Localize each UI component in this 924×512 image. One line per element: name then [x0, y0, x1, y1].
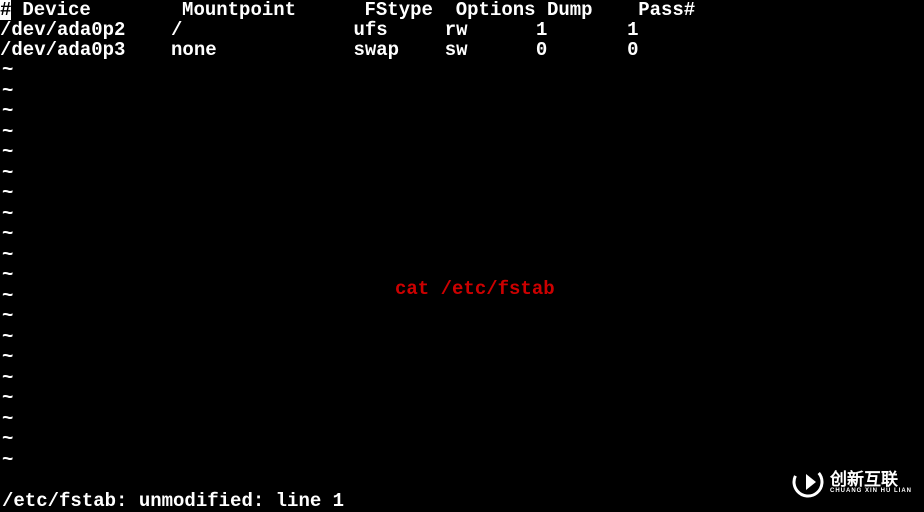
fstab-row: /dev/ada0p2 / ufs rw 1 1 — [0, 20, 924, 40]
logo-sub-text: CHUANG XIN HU LIAN — [830, 488, 912, 494]
vi-tilde: ~ — [0, 122, 924, 143]
logo-icon — [792, 466, 824, 498]
cell-device: /dev/ada0p3 — [0, 40, 171, 60]
cell-dump: 1 — [536, 20, 627, 40]
cell-mountpoint: / — [171, 20, 353, 40]
fstab-header-row: # Device Mountpoint FStype Options Dump … — [0, 0, 924, 20]
vi-tilde: ~ — [0, 306, 924, 327]
vi-tilde: ~ — [0, 327, 924, 348]
vi-tilde: ~ — [0, 388, 924, 409]
cell-pass: 1 — [627, 20, 638, 40]
col-pass: Pass# — [638, 0, 695, 20]
cell-fstype: swap — [353, 40, 444, 60]
col-dump: Dump — [547, 0, 638, 20]
cell-mountpoint: none — [171, 40, 353, 60]
vi-tilde: ~ — [0, 368, 924, 389]
vi-tilde: ~ — [0, 81, 924, 102]
terminal-window: # Device Mountpoint FStype Options Dump … — [0, 0, 924, 510]
cell-options: sw — [445, 40, 536, 60]
fstab-row: /dev/ada0p3 none swap sw 0 0 — [0, 40, 924, 60]
annotation-overlay: cat /etc/fstab — [395, 278, 555, 300]
vi-tilde: ~ — [0, 409, 924, 430]
col-fstype: FStype — [365, 0, 456, 20]
vi-tilde: ~ — [0, 450, 924, 471]
cell-fstype: ufs — [353, 20, 444, 40]
cell-pass: 0 — [627, 40, 638, 60]
vi-tilde: ~ — [0, 183, 924, 204]
vi-tilde: ~ — [0, 347, 924, 368]
vi-tilde: ~ — [0, 163, 924, 184]
col-mountpoint: Mountpoint — [182, 0, 364, 20]
vi-tilde: ~ — [0, 204, 924, 225]
logo-main-text: 创新互联 — [830, 471, 912, 488]
vi-tilde: ~ — [0, 101, 924, 122]
logo-text-block: 创新互联 CHUANG XIN HU LIAN — [830, 471, 912, 494]
vi-tilde: ~ — [0, 142, 924, 163]
cursor-hash: # — [0, 0, 11, 20]
vi-tilde: ~ — [0, 429, 924, 450]
cell-dump: 0 — [536, 40, 627, 60]
cell-device: /dev/ada0p2 — [0, 20, 171, 40]
vi-tilde: ~ — [0, 224, 924, 245]
vi-tilde: ~ — [0, 245, 924, 266]
cell-options: rw — [445, 20, 536, 40]
vi-status-line: /etc/fstab: unmodified: line 1 — [2, 490, 344, 512]
col-options: Options — [456, 0, 547, 20]
vi-tilde: ~ — [0, 60, 924, 81]
watermark-logo: 创新互联 CHUANG XIN HU LIAN — [792, 466, 912, 498]
col-device: Device — [11, 0, 182, 20]
